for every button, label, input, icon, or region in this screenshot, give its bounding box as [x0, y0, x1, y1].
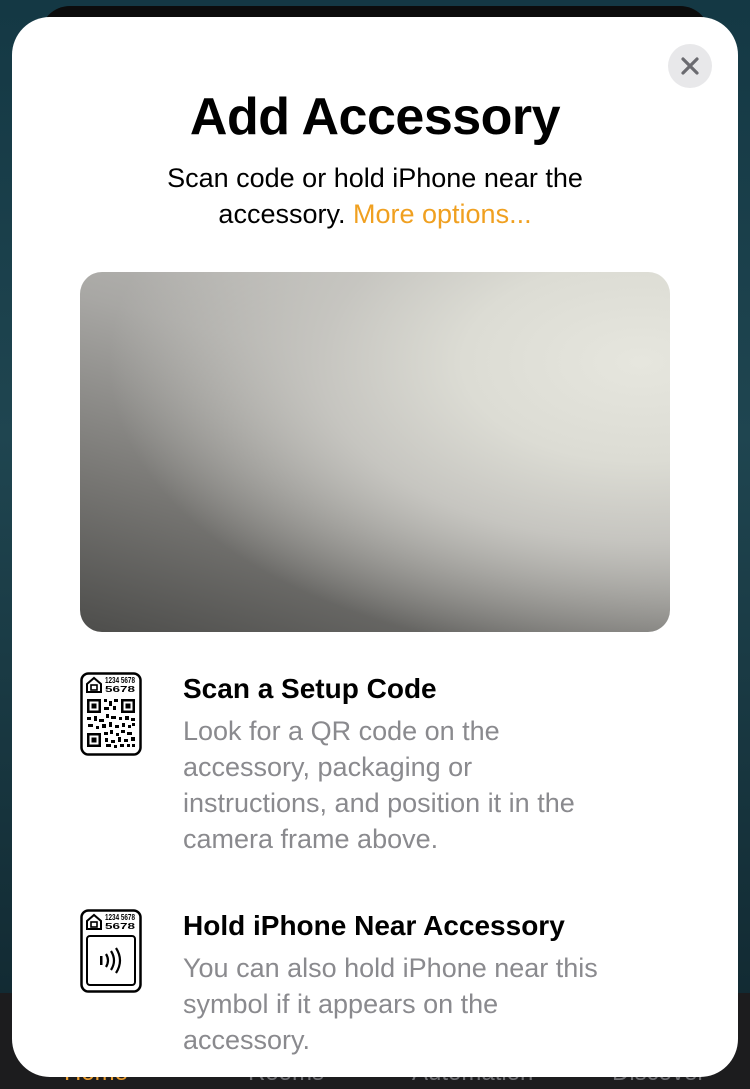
option-title-hold-iphone: Hold iPhone Near Accessory	[183, 910, 565, 941]
option-title-scan-code: Scan a Setup Code	[183, 673, 437, 704]
svg-text:5678: 5678	[105, 684, 135, 694]
add-accessory-sheet: Add Accessory Scan code or hold iPhone n…	[12, 17, 738, 1077]
page-title: Add Accessory	[189, 88, 561, 146]
more-options-link[interactable]: More options...	[353, 199, 532, 229]
camera-viewfinder	[80, 272, 670, 632]
xmark-icon	[681, 57, 699, 75]
option-description-scan-code: Look for a QR code on the accessory, pac…	[183, 716, 575, 854]
svg-text:5678: 5678	[105, 921, 135, 931]
close-button[interactable]	[668, 44, 712, 88]
option-description-hold-iphone: You can also hold iPhone near this symbo…	[183, 953, 598, 1055]
subtitle: Scan code or hold iPhone near the access…	[125, 160, 625, 232]
nfc-tag-icon: 1234 5678 5678	[80, 909, 142, 993]
qr-setup-code-icon: 1234 5678 5678	[80, 672, 142, 756]
